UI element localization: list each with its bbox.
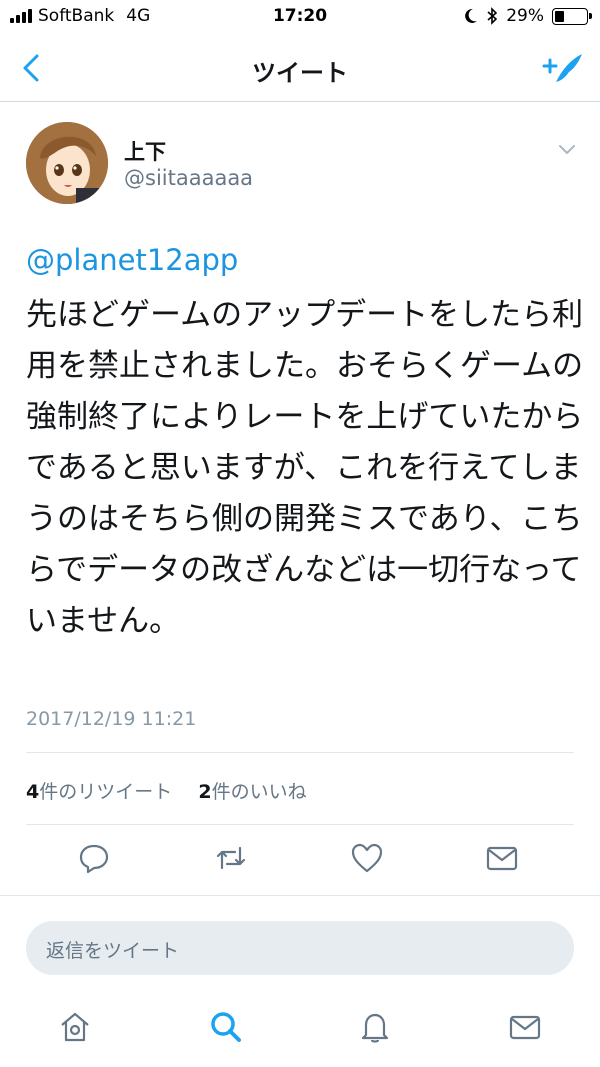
search-icon[interactable] [208, 1009, 244, 1045]
engagement-stats: 4件のリツイート 2件のいいね [26, 777, 307, 804]
user-handle[interactable]: @siitaaaaaa [124, 166, 253, 190]
page-title: ツイート [252, 59, 348, 87]
home-icon[interactable] [57, 1009, 93, 1045]
mention-link[interactable]: @planet12app [26, 243, 238, 277]
retweet-icon[interactable] [213, 840, 249, 876]
retweet-count: 4 [26, 781, 40, 803]
divider [26, 752, 574, 753]
like-stat[interactable]: 2件のいいね [198, 781, 306, 803]
notifications-icon[interactable] [357, 1009, 393, 1045]
status-bar: SoftBank 4G 17:20 29% [0, 0, 600, 36]
chevron-down-icon[interactable] [556, 138, 578, 160]
divider [26, 824, 574, 825]
nav-bar: ツイート [0, 36, 600, 102]
status-right: 29% [464, 6, 592, 26]
bluetooth-icon [487, 7, 498, 25]
tweet-timestamp[interactable]: 2017/12/19 11:21 [26, 708, 196, 730]
battery-icon [552, 7, 592, 25]
avatar-illustration [26, 122, 108, 204]
compose-tweet-icon[interactable] [540, 48, 584, 88]
like-count: 2 [198, 781, 212, 803]
retweet-label: 件のリツイート [39, 781, 173, 803]
like-icon[interactable] [349, 840, 385, 876]
battery-level [555, 10, 564, 22]
direct-message-icon[interactable] [484, 840, 520, 876]
messages-icon[interactable] [507, 1009, 543, 1045]
moon-icon [465, 8, 478, 23]
reply-placeholder: 返信をツイート [46, 940, 180, 962]
avatar[interactable] [26, 122, 108, 204]
display-name[interactable]: 上下 [124, 136, 166, 166]
battery-percent: 29% [506, 6, 544, 26]
divider [0, 895, 600, 896]
tweet-text: 先ほどゲームのアップデートをしたら利用を禁止されました。おそらくゲームの強制終了… [26, 297, 584, 639]
reply-input[interactable]: 返信をツイート [26, 921, 574, 975]
retweet-stat[interactable]: 4件のリツイート [26, 781, 172, 803]
reply-icon[interactable] [76, 840, 112, 876]
like-label: 件のいいね [211, 781, 307, 803]
